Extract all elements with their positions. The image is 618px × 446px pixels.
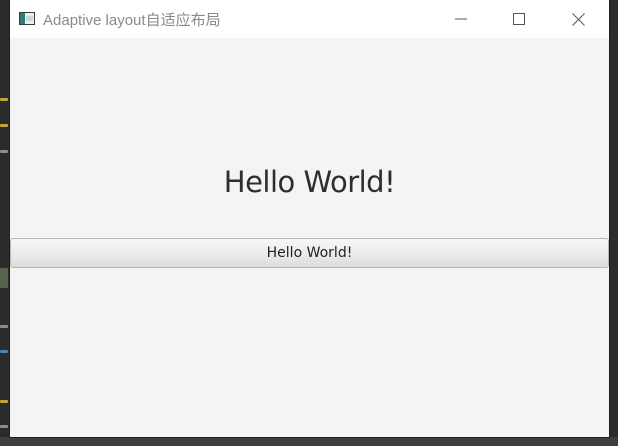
background-code-mark — [0, 350, 8, 353]
content-pane: Hello World! Hello World! — [10, 38, 609, 437]
background-code-mark — [0, 325, 8, 328]
minimize-button[interactable] — [438, 0, 484, 38]
background-code-mark — [0, 268, 8, 288]
maximize-icon — [513, 13, 525, 25]
maximize-button[interactable] — [496, 0, 542, 38]
app-window-icon — [19, 12, 35, 25]
background-bottom-strip — [0, 437, 618, 446]
app-window: Adaptive layout自适应布局 Hello World! Hello … — [10, 0, 609, 437]
close-button[interactable] — [555, 0, 601, 38]
background-code-mark — [0, 425, 8, 428]
background-code-mark — [0, 98, 8, 101]
minimize-icon — [455, 13, 467, 25]
window-title: Adaptive layout自适应布局 — [43, 12, 221, 29]
background-right-strip — [609, 0, 618, 446]
close-icon — [571, 12, 585, 26]
background-ide-strip — [0, 0, 10, 446]
hello-button[interactable]: Hello World! — [10, 238, 609, 268]
title-bar[interactable]: Adaptive layout自适应布局 — [10, 0, 609, 38]
background-code-mark — [0, 150, 8, 153]
hello-label: Hello World! — [223, 165, 396, 199]
background-code-mark — [0, 400, 8, 403]
background-code-mark — [0, 124, 8, 127]
